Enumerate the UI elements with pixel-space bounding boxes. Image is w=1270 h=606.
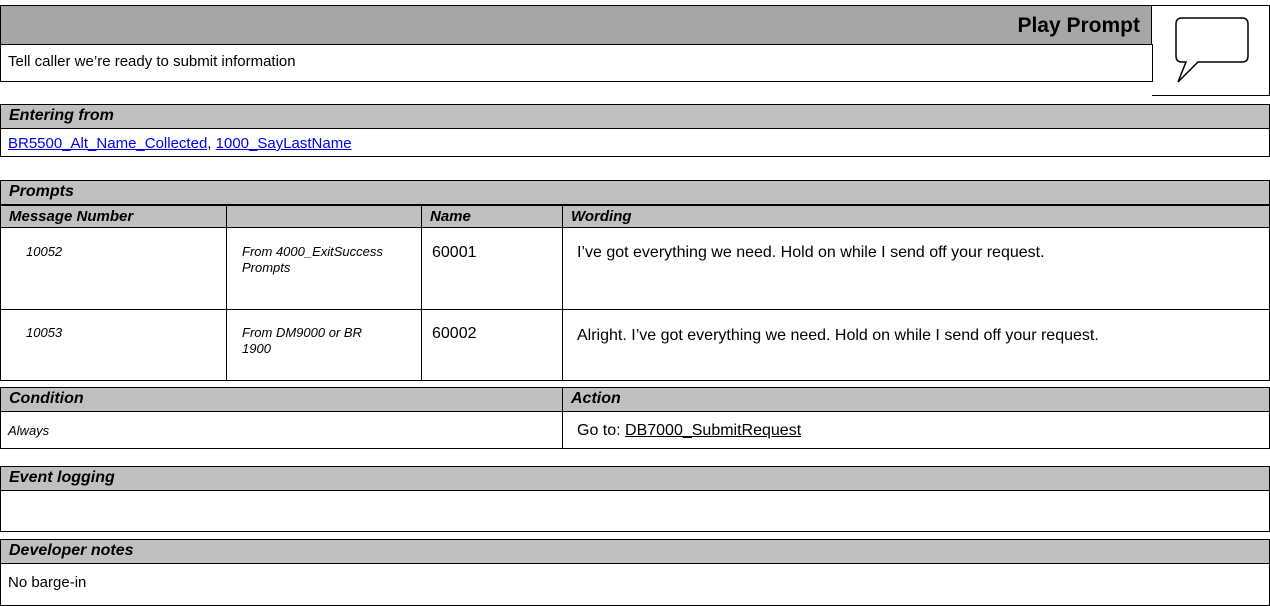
entering-from-header: Entering from — [0, 104, 1270, 129]
name-cell: 60001 — [432, 244, 477, 261]
source-cell: From DM9000 or BR 1900 — [242, 325, 362, 356]
wording-cell: I’ve got everything we need. Hold on whi… — [577, 244, 1045, 261]
link-br5500-alt-name-collected[interactable]: BR5500_Alt_Name_Collected — [8, 135, 207, 152]
condition-value: Always — [8, 423, 50, 438]
condition-header: Condition — [0, 387, 563, 412]
table-row — [0, 227, 1270, 310]
speech-bubble-icon — [1175, 17, 1249, 83]
action-target-link[interactable]: DB7000_SubmitRequest — [625, 422, 801, 439]
col-message-number: Message Number — [0, 205, 227, 228]
message-number-cell: 10053 — [26, 325, 63, 340]
developer-notes-value: No barge-in — [8, 574, 87, 591]
col-source — [226, 205, 422, 228]
event-logging-header: Event logging — [0, 466, 1270, 491]
source-cell: From 4000_ExitSuccess Prompts — [242, 244, 383, 275]
developer-notes-header: Developer notes — [0, 539, 1270, 564]
message-number-cell: 10052 — [26, 244, 63, 259]
col-wording: Wording — [562, 205, 1270, 228]
entering-from-links: BR5500_Alt_Name_Collected, 1000_SayLastN… — [1, 135, 352, 152]
developer-notes-row — [0, 563, 1270, 606]
action-value: Go to: DB7000_SubmitRequest — [570, 422, 801, 440]
link-1000-saylastname[interactable]: 1000_SayLastName — [216, 135, 352, 152]
description-text: Tell caller we’re ready to submit inform… — [8, 53, 296, 70]
name-cell: 60002 — [432, 325, 477, 342]
link-separator: , — [207, 135, 212, 152]
action-header: Action — [562, 387, 1270, 412]
action-prefix: Go to: — [577, 422, 621, 439]
col-name: Name — [421, 205, 563, 228]
wording-cell: Alright. I’ve got everything we need. Ho… — [577, 327, 1099, 344]
page-title: Play Prompt — [1017, 14, 1140, 37]
event-logging-row — [0, 490, 1270, 532]
prompts-header: Prompts — [0, 180, 1270, 205]
condition-cell — [0, 411, 563, 449]
